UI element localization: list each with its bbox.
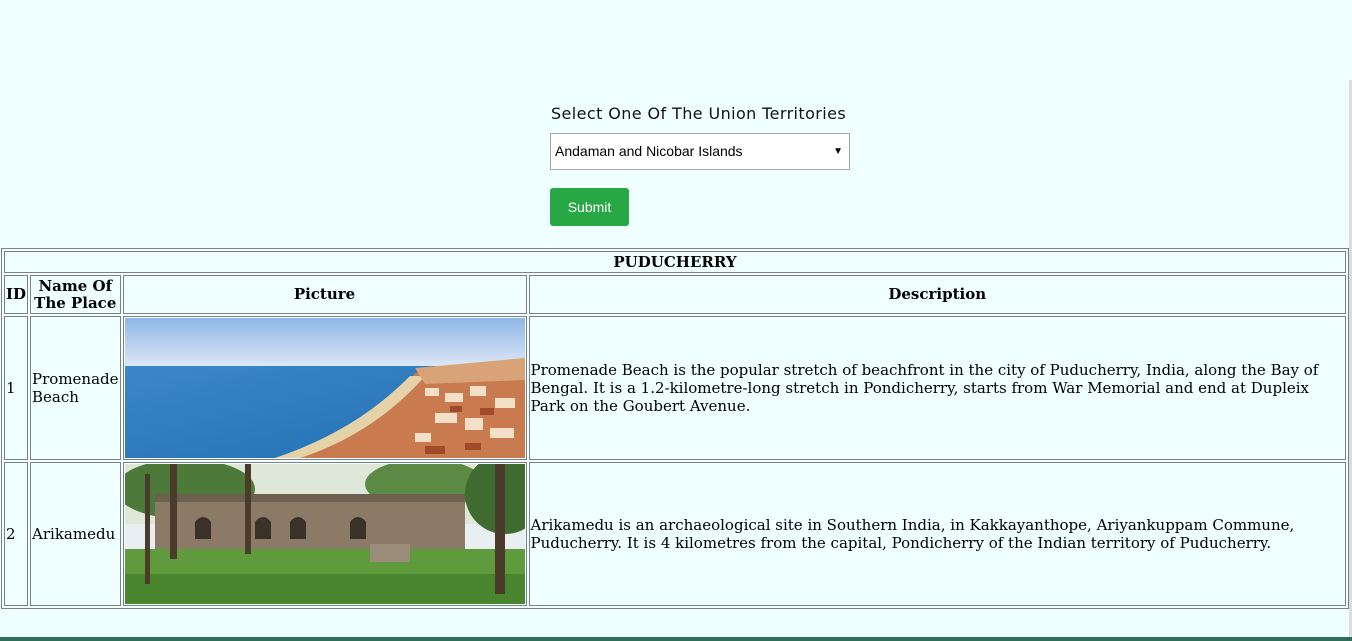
header-picture: Picture	[122, 275, 527, 314]
places-table: PUDUCHERRY ID Name Of The Place Picture …	[1, 248, 1349, 609]
ruins-photo	[124, 464, 525, 604]
row-description: Promenade Beach is the popular stretch o…	[528, 316, 1346, 460]
table-header-row: ID Name Of The Place Picture Description	[4, 275, 1346, 314]
submit-button[interactable]: Submit	[550, 188, 629, 226]
row-description: Arikamedu is an archaeological site in S…	[528, 462, 1346, 606]
header-id: ID	[4, 275, 29, 314]
table-row: 2 Arikamedu Arikamedu is an archaeologic…	[4, 462, 1346, 606]
dropdown-arrow-icon: ▼	[833, 146, 843, 157]
row-picture-cell	[122, 316, 527, 460]
header-description: Description	[528, 275, 1346, 314]
table-caption: PUDUCHERRY	[4, 251, 1346, 273]
territory-form: Select One Of The Union Territories Anda…	[550, 104, 850, 226]
form-title: Select One Of The Union Territories	[551, 104, 847, 123]
footer-bar	[0, 637, 1352, 641]
beach-photo	[124, 318, 525, 458]
row-name: Arikamedu	[30, 462, 121, 606]
row-name: Promenade Beach	[30, 316, 121, 460]
territory-select-value: Andaman and Nicobar Islands	[555, 143, 743, 159]
row-id: 1	[4, 316, 29, 460]
row-picture-cell	[122, 462, 527, 606]
territory-select[interactable]: Andaman and Nicobar Islands ▼	[550, 133, 850, 170]
table-row: 1 Promenade Beach Promenade Beach is the…	[4, 316, 1346, 460]
row-id: 2	[4, 462, 29, 606]
header-name: Name Of The Place	[30, 275, 121, 314]
